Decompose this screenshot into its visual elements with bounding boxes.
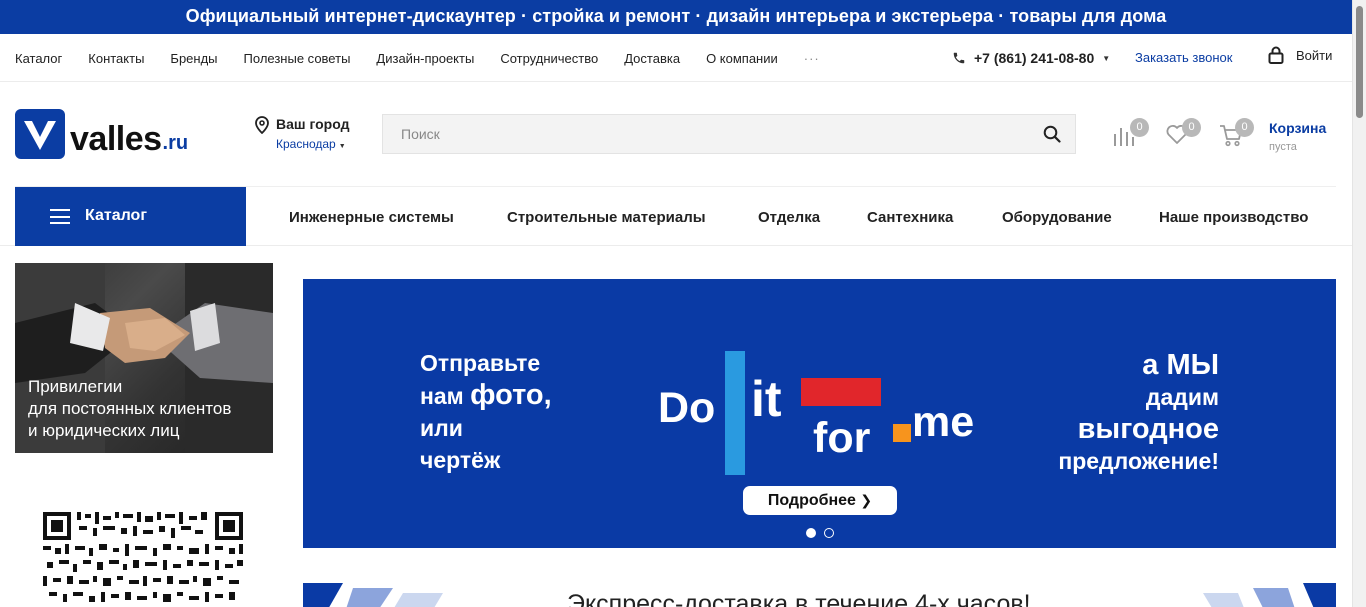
logo-text: valles xyxy=(70,120,162,158)
cart-count-badge: 0 xyxy=(1235,118,1254,137)
hamburger-icon xyxy=(50,209,70,224)
qr-code[interactable] xyxy=(43,512,243,607)
site-logo[interactable]: valles .ru xyxy=(15,109,188,159)
hero-right-text: а МЫ дадим выгодное предложение! xyxy=(1058,349,1219,474)
chevron-down-icon: ▼ xyxy=(338,143,346,150)
compare-button[interactable]: 0 xyxy=(1112,118,1149,153)
hero-more-button[interactable]: Подробнее ❯ xyxy=(743,486,897,515)
express-delivery-text: Экспресс-доставка в течение 4-х часов! xyxy=(567,590,1031,607)
lock-icon xyxy=(1268,46,1284,64)
page-scrollbar[interactable] xyxy=(1352,0,1366,607)
city-label: Ваш город xyxy=(276,116,350,132)
favorites-button[interactable]: 0 xyxy=(1165,118,1201,151)
callback-link[interactable]: Заказать звонок xyxy=(1135,50,1232,65)
top-nav-link-partnership[interactable]: Сотрудничество xyxy=(500,51,598,66)
favorites-count-badge: 0 xyxy=(1182,118,1201,137)
phone-number[interactable]: +7 (861) 241-08-80 xyxy=(974,50,1094,66)
promo-text: Привилегии для постоянных клиентов и юри… xyxy=(28,377,232,440)
logo-mark xyxy=(15,109,65,159)
login-label: Войти xyxy=(1296,47,1333,63)
privileges-promo-card[interactable]: Привилегии для постоянных клиентов и юри… xyxy=(15,263,273,453)
hero-banner[interactable]: Отправьте нам фото, или чертёж Do it for… xyxy=(303,279,1336,548)
top-nav-link-design[interactable]: Дизайн-проекты xyxy=(376,51,474,66)
express-delivery-banner[interactable]: Экспресс-доставка в течение 4-х часов! xyxy=(303,578,1336,607)
scrollbar-thumb[interactable] xyxy=(1356,6,1363,118)
top-nav-more-button[interactable]: ··· xyxy=(804,51,820,66)
catalog-menu-button[interactable]: Каталог xyxy=(15,187,246,246)
top-nav-link-catalog[interactable]: Каталог xyxy=(15,51,62,66)
cart-title[interactable]: Корзина xyxy=(1269,120,1326,136)
cart-button[interactable]: 0 xyxy=(1218,118,1254,153)
main-nav-equipment[interactable]: Оборудование xyxy=(1002,209,1112,226)
chevron-down-icon: ▼ xyxy=(1102,53,1111,63)
top-banner: Официальный интернет-дискаунтер · стройк… xyxy=(0,0,1352,34)
main-nav-plumbing[interactable]: Сантехника xyxy=(867,209,953,226)
slider-dot-2[interactable] xyxy=(824,528,834,538)
chevron-right-icon: ❯ xyxy=(860,492,873,508)
compare-count-badge: 0 xyxy=(1130,118,1149,137)
top-nav-link-delivery[interactable]: Доставка xyxy=(624,51,680,66)
logo-suffix: .ru xyxy=(162,132,189,154)
catalog-menu-label: Каталог xyxy=(85,207,147,224)
search-icon[interactable] xyxy=(1043,125,1061,143)
do-it-for-me-logo: Do it for me xyxy=(658,351,983,481)
search-input[interactable] xyxy=(383,115,1023,153)
location-pin-icon xyxy=(255,116,269,134)
top-nav-links: Каталог Контакты Бренды Полезные советы … xyxy=(15,34,820,82)
slider-dot-1[interactable] xyxy=(806,528,816,538)
main-nav-production[interactable]: Наше производство xyxy=(1159,209,1308,226)
phone-icon xyxy=(953,52,965,64)
phone-dropdown[interactable]: +7 (861) 241-08-80 ▼ xyxy=(952,34,1110,82)
top-nav-link-about[interactable]: О компании xyxy=(706,51,778,66)
top-nav-link-tips[interactable]: Полезные советы xyxy=(244,51,351,66)
login-button[interactable]: Войти xyxy=(1268,46,1332,64)
main-nav-engineering[interactable]: Инженерные системы xyxy=(289,209,454,226)
top-nav: Каталог Контакты Бренды Полезные советы … xyxy=(0,34,1352,82)
search-box xyxy=(382,114,1076,154)
top-nav-link-contacts[interactable]: Контакты xyxy=(88,51,144,66)
main-nav-finishing[interactable]: Отделка xyxy=(758,209,820,226)
main-nav-building-materials[interactable]: Строительные материалы xyxy=(507,209,706,226)
hero-left-text: Отправьте нам фото, или чертёж xyxy=(420,350,552,473)
cart-status: пуста xyxy=(1269,141,1297,153)
top-nav-link-brands[interactable]: Бренды xyxy=(170,51,217,66)
city-value[interactable]: Краснодар ▼ xyxy=(276,137,346,151)
